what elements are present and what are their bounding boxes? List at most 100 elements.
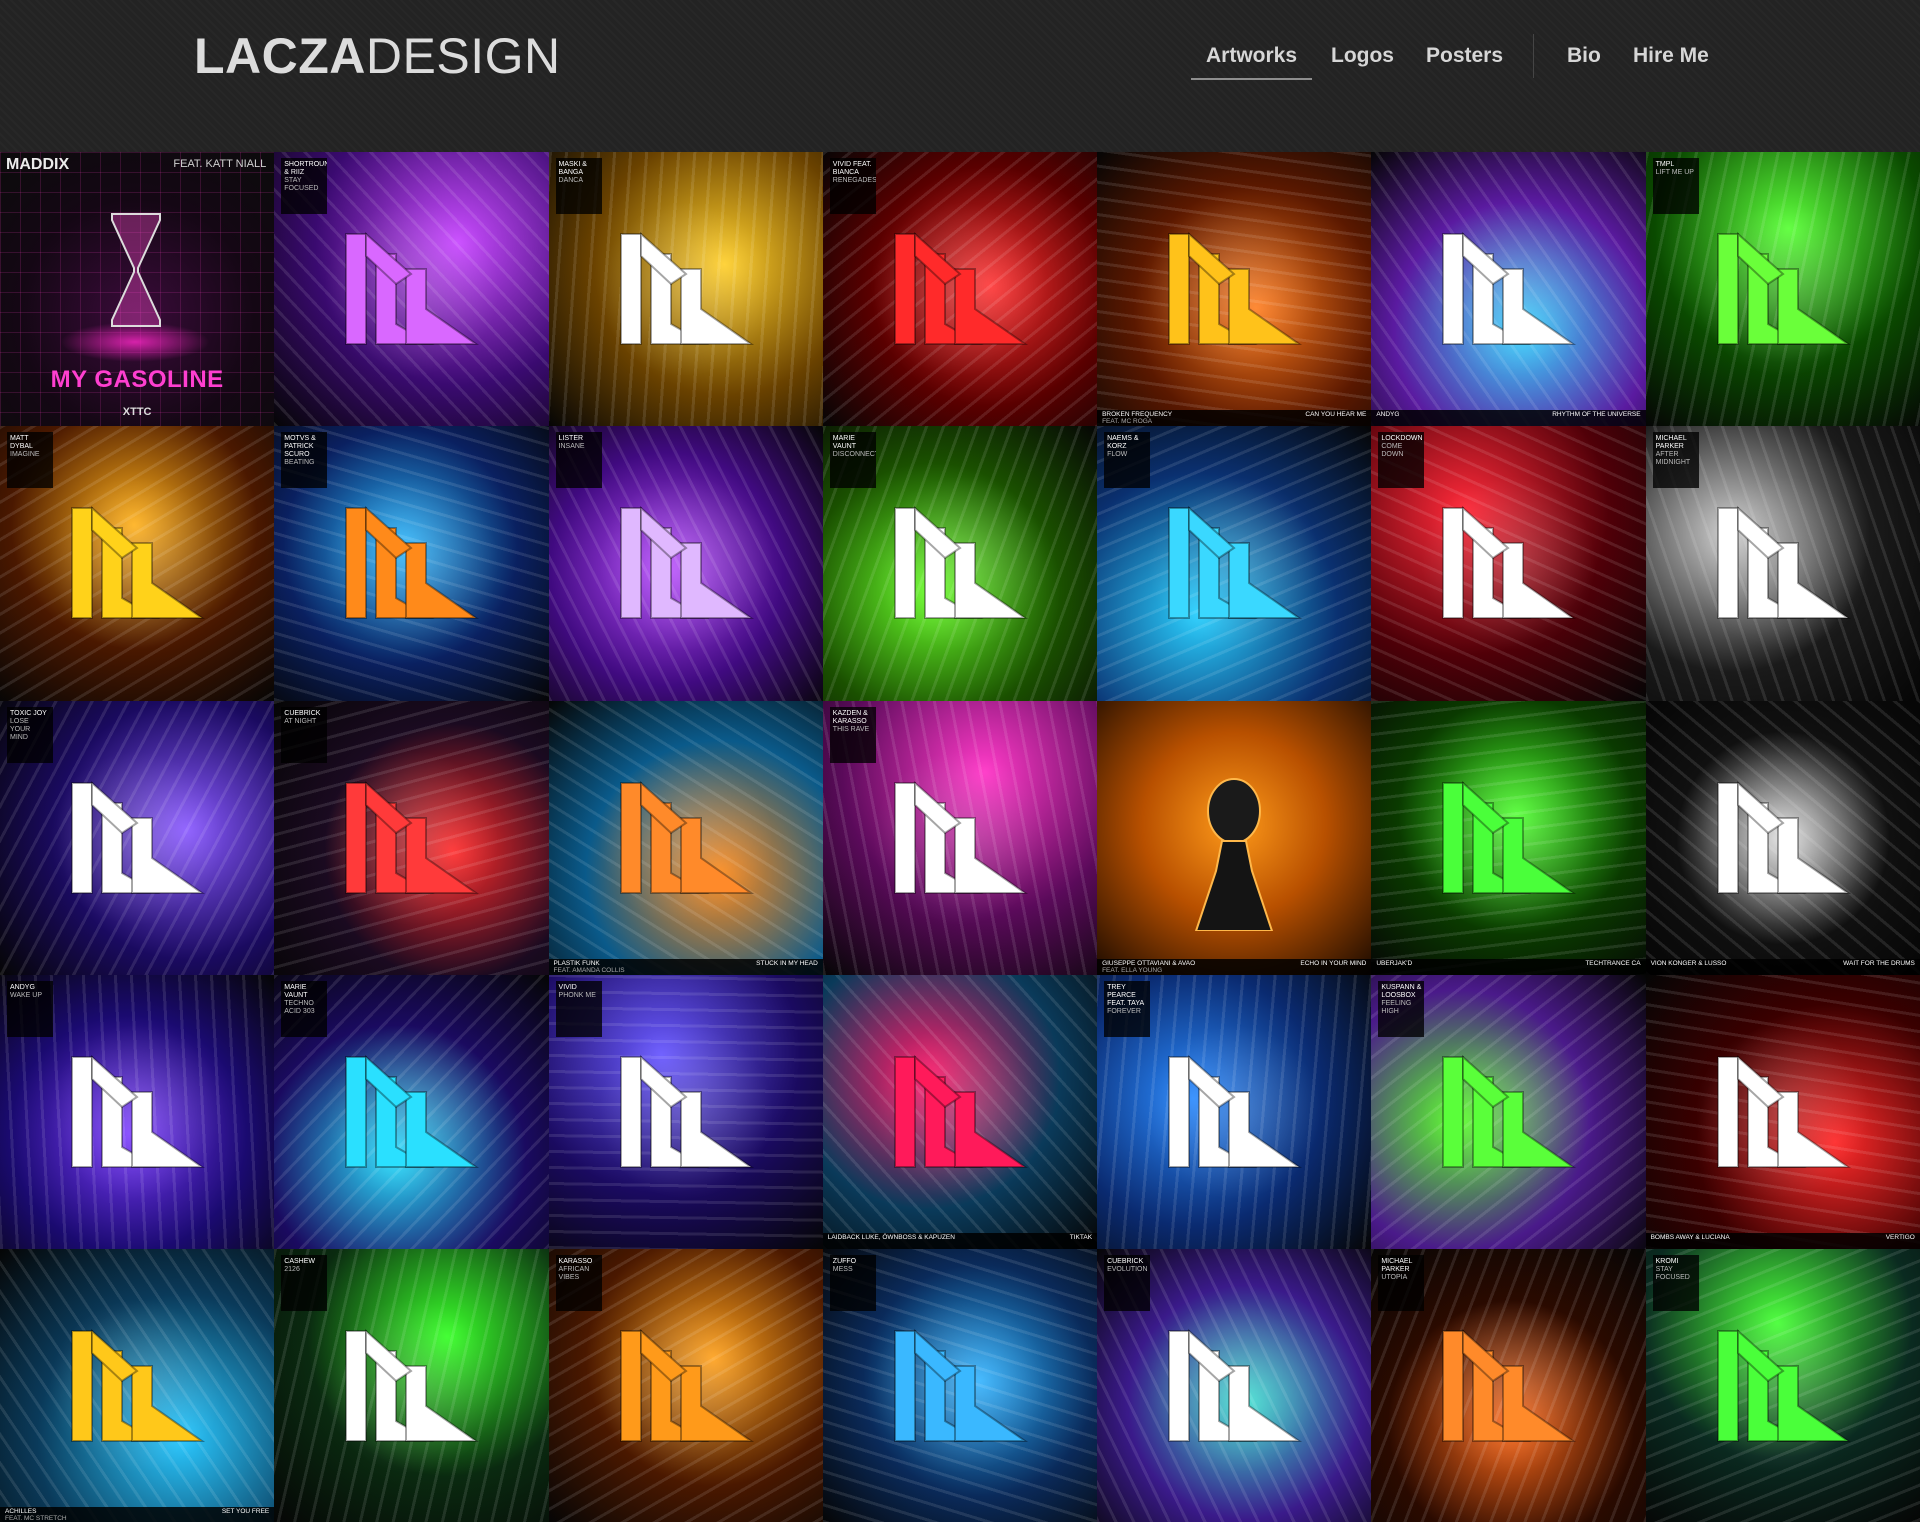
- logo-mark-icon: [345, 780, 480, 894]
- artwork-tile[interactable]: ACHILLES SET YOU FREE FEAT. MC STRETCH: [0, 1249, 275, 1522]
- artwork-label: LISTER INSANE: [555, 432, 602, 489]
- artwork-label: TREY PEARCE FEAT. TAYA FOREVER: [1104, 980, 1151, 1037]
- artwork-tile[interactable]: TOXIC JOY LOSE YOUR MIND: [0, 700, 275, 975]
- logo-mark-shape: [345, 233, 368, 345]
- artwork-tile[interactable]: MASKI & BANGA DANCA: [548, 152, 823, 427]
- artwork-tile[interactable]: MADDIX FEAT. KATT NIALL MY GASOLINE XTTC: [0, 152, 275, 427]
- artwork-artist: TOXIC JOY: [10, 709, 47, 717]
- nav-artworks[interactable]: Artworks: [1190, 44, 1313, 80]
- artwork-track: TECHNO ACID 303: [284, 999, 315, 1015]
- logo-mark-shape: [1188, 506, 1236, 560]
- logo-mark-shape: [619, 1055, 642, 1168]
- artwork-tile[interactable]: ZUFFO MESS: [822, 1249, 1098, 1522]
- logo-mark-shape: [679, 268, 754, 345]
- logo-mark-icon: [1716, 780, 1851, 894]
- logo-mark-shape: [345, 1055, 368, 1168]
- artwork-artist: TREY PEARCE FEAT. TAYA: [1107, 983, 1145, 1007]
- artwork-label: NAEMS & KORZ FLOW: [1104, 432, 1151, 489]
- nav-hire-me[interactable]: Hire Me: [1633, 44, 1709, 68]
- logo-mark-shape: [1776, 542, 1851, 620]
- logo-mark-icon: [345, 231, 480, 345]
- nav-logos[interactable]: Logos: [1331, 44, 1394, 68]
- artwork-tile[interactable]: KARASSO AFRICAN VIBES: [548, 1249, 823, 1522]
- logo-mark-shape: [1462, 1054, 1510, 1109]
- artwork-tile[interactable]: MOTVS & PATRICK SCURO BEATING: [274, 426, 549, 701]
- artwork-artist: MOTVS & PATRICK SCURO: [284, 435, 316, 459]
- artwork-label: TMPL LIFT ME UP: [1652, 158, 1699, 214]
- artwork-tile[interactable]: TREY PEARCE FEAT. TAYA FOREVER: [1097, 974, 1372, 1250]
- artwork-artist: ANDYG: [10, 983, 35, 991]
- logo-mark-icon: [71, 506, 206, 620]
- artwork-label: MASKI & BANGA DANCA: [555, 158, 602, 214]
- artwork-artist: MARIE VAUNT: [832, 435, 857, 451]
- artwork-tile[interactable]: BOMBS AWAY & LUCIANA VERTIGO: [1645, 974, 1920, 1250]
- logo-mark-shape: [913, 1328, 962, 1383]
- nav-posters[interactable]: Posters: [1426, 44, 1503, 68]
- artwork-tile[interactable]: MICHAEL PARKER UTOPIA: [1371, 1249, 1646, 1522]
- artwork-tile[interactable]: MATT DYBAL IMAGINE: [0, 426, 275, 701]
- logo-mark-shape: [893, 507, 916, 620]
- artwork-tile[interactable]: VIVID FEAT. BIANCA RENEGADES: [822, 152, 1098, 427]
- logo-mark-icon: [1168, 506, 1303, 620]
- artwork-tile[interactable]: UBERJAK'D TECHTRANCE CA: [1371, 700, 1646, 975]
- logo-mark-shape: [1716, 1055, 1739, 1168]
- artwork-track: RENEGADES: [832, 177, 876, 184]
- artwork-track: FOREVER: [1107, 1007, 1141, 1015]
- artwork-tile[interactable]: TMPL LIFT ME UP: [1645, 152, 1920, 427]
- artwork-brand: XTTC: [122, 406, 152, 419]
- artwork-tile[interactable]: MARIE VAUNT TECHNO ACID 303: [274, 974, 549, 1250]
- artwork-tile[interactable]: KAZDEN & KARASSO THIS RAVE: [822, 700, 1098, 975]
- nav-bio[interactable]: Bio: [1567, 44, 1601, 68]
- artwork-tile[interactable]: KUSPANN & LOOSBOX FEELING HIGH: [1371, 974, 1646, 1250]
- artwork-artist: CUEBRICK: [284, 709, 321, 717]
- artwork-label: CASHEW 2126: [281, 1255, 328, 1312]
- logo-mark-shape: [1716, 1330, 1739, 1443]
- logo-mark-shape: [1442, 781, 1465, 894]
- artwork-tile[interactable]: LOCKDOWN COME DOWN: [1371, 426, 1646, 701]
- artwork-label: CUEBRICK EVOLUTION: [1104, 1255, 1151, 1312]
- artwork-track: 2126: [284, 1266, 300, 1274]
- artwork-tile[interactable]: PLASTIK FUNK STUCK IN MY HEAD FEAT. AMANDA…: [548, 700, 823, 975]
- logo-mark-shape: [91, 1054, 139, 1109]
- artwork-tile[interactable]: NAEMS & KORZ FLOW: [1097, 426, 1372, 701]
- logo-mark-shape: [1442, 1055, 1465, 1168]
- artwork-tile[interactable]: BROKEN FREQUENCY CAN YOU HEAR ME FEAT. MC …: [1097, 152, 1372, 427]
- nav-divider: [1533, 34, 1534, 78]
- logo-mark-icon: [619, 1328, 754, 1443]
- logo-mark-shape: [1188, 1054, 1236, 1109]
- artwork-footer-track: SET YOU FREE: [221, 1508, 270, 1516]
- logo-mark-shape: [365, 1328, 413, 1383]
- artwork-tile[interactable]: VIVID PHONK ME: [548, 974, 823, 1250]
- artwork-tile[interactable]: CUEBRICK AT NIGHT: [274, 700, 549, 975]
- artwork-tile[interactable]: CASHEW 2126: [274, 1249, 549, 1522]
- artwork-tile[interactable]: ANDYG WAKE UP: [0, 974, 275, 1250]
- artwork-tile[interactable]: CUEBRICK EVOLUTION: [1097, 1249, 1372, 1522]
- logo-mark-shape: [131, 542, 206, 620]
- logo-mark-icon: [619, 506, 754, 620]
- artwork-tile[interactable]: KROMI STAY FOCUSED: [1645, 1249, 1920, 1522]
- artwork-footer-feat: FEAT. AMANDA COLLIS: [553, 966, 625, 974]
- artwork-tile[interactable]: SHORTROUND & RIIZSTAY FOCUSED: [274, 152, 549, 427]
- artwork-tile[interactable]: VION KONGER & LUSSO WAIT FOR THE DRUMS: [1645, 700, 1920, 975]
- artwork-tile[interactable]: ANDYG RHYTHM OF THE UNIVERSE: [1371, 152, 1646, 427]
- artwork-track: UTOPIA: [1381, 1274, 1408, 1282]
- logo-mark-shape: [893, 1330, 916, 1443]
- artwork-tile[interactable]: MARIE VAUNT DISCONNECT: [822, 426, 1098, 701]
- artwork-artist: KARASSO: [558, 1258, 593, 1266]
- artwork-label: ANDYG WAKE UP: [7, 980, 53, 1037]
- artwork-tile[interactable]: LISTER INSANE: [548, 426, 823, 701]
- logo-mark-shape: [1442, 507, 1465, 620]
- logo-mark-shape: [71, 1330, 93, 1443]
- artwork-tile[interactable]: GIUSEPPE OTTAVIANI & AVAO ECHO IN YOUR MI…: [1097, 700, 1372, 975]
- logo-mark-shape: [1442, 1330, 1465, 1443]
- artwork-artist: MATT DYBAL: [10, 435, 33, 451]
- artwork-tile[interactable]: LAIDBACK LUKE, ÖWNBOSS & KAPUZEN TIKTAK: [822, 974, 1098, 1250]
- artwork-footer-artist: BOMBS AWAY & LUCIANA: [1650, 1234, 1730, 1242]
- logo-mark-shape: [1736, 1328, 1785, 1383]
- artwork-label: VIVID FEAT. BIANCA RENEGADES: [829, 158, 876, 214]
- logo-mark-shape: [1168, 233, 1191, 345]
- logo-mark-shape: [953, 816, 1028, 894]
- artwork-tile[interactable]: MICHAEL PARKER AFTER MIDNIGHT: [1645, 426, 1920, 701]
- artwork-label: SHORTROUND & RIIZSTAY FOCUSED: [281, 158, 328, 214]
- artwork-footer: UBERJAK'D TECHTRANCE CA: [1371, 958, 1646, 975]
